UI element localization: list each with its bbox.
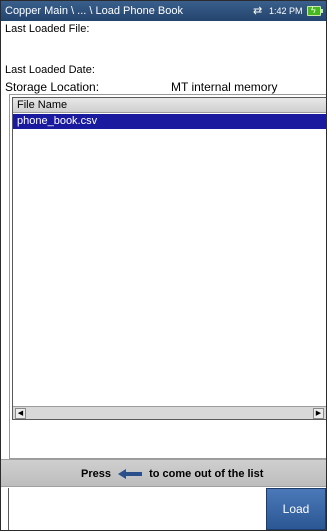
divider xyxy=(8,488,9,530)
hint-bar: Press to come out of the list xyxy=(1,459,326,487)
horizontal-scrollbar[interactable]: ◀ ▶ xyxy=(13,406,326,419)
hint-prefix: Press xyxy=(81,468,111,480)
file-name-column-header[interactable]: File Name xyxy=(13,98,326,113)
clock: 1:42 PM xyxy=(269,6,303,16)
breadcrumb: Copper Main \ ... \ Load Phone Book xyxy=(5,5,183,17)
scroll-left-icon[interactable]: ◀ xyxy=(15,408,26,419)
last-loaded-file-label: Last Loaded File: xyxy=(5,23,90,35)
battery-charging-icon: ϟ xyxy=(307,5,323,16)
file-row-selected[interactable]: phone_book.csv xyxy=(13,114,326,129)
storage-location-value: MT internal memory xyxy=(171,80,278,94)
storage-location-label: Storage Location: xyxy=(5,80,100,94)
back-arrow-icon xyxy=(118,469,143,480)
storage-location-row: Storage Location: MT internal memory xyxy=(1,79,326,95)
file-name: phone_book.csv xyxy=(17,115,98,127)
title-bar: Copper Main \ ... \ Load Phone Book ⇄ 1:… xyxy=(1,1,326,21)
sync-arrows-icon: ⇄ xyxy=(253,5,263,17)
last-loaded-date-label: Last Loaded Date: xyxy=(5,64,95,76)
column-header-label: File Name xyxy=(17,99,68,111)
hint-suffix: to come out of the list xyxy=(149,468,264,480)
action-bar: Load xyxy=(1,488,326,530)
scroll-right-icon[interactable]: ▶ xyxy=(313,408,324,419)
load-button[interactable]: Load xyxy=(266,488,326,530)
app-window: Copper Main \ ... \ Load Phone Book ⇄ 1:… xyxy=(0,0,327,531)
file-list[interactable]: File Name phone_book.csv ◀ ▶ xyxy=(12,97,326,420)
